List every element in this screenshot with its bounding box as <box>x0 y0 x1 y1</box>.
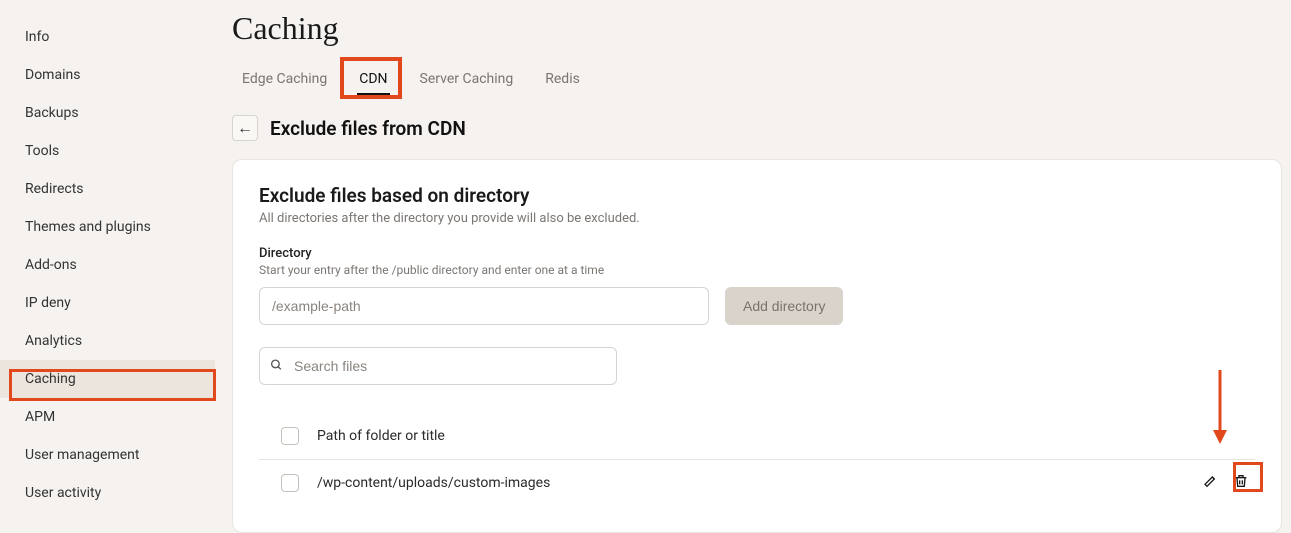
sidebar-item-backups[interactable]: Backups <box>0 94 215 132</box>
sidebar-item-label: User activity <box>25 485 101 501</box>
back-button[interactable]: ← <box>232 115 258 141</box>
sidebar-item-label: Caching <box>25 371 76 387</box>
sidebar-item-user-activity[interactable]: User activity <box>0 474 215 512</box>
tab-label: Redis <box>545 71 580 87</box>
search-wrap <box>259 347 617 385</box>
sidebar-item-label: APM <box>25 409 55 425</box>
exclude-panel: Exclude files based on directory All dir… <box>232 159 1282 533</box>
search-input[interactable] <box>259 347 617 385</box>
tab-redis[interactable]: Redis <box>543 65 582 97</box>
sidebar: Info Domains Backups Tools Redirects The… <box>0 0 215 520</box>
list-header: Path of folder or title <box>259 413 1255 460</box>
header-path-label: Path of folder or title <box>317 428 445 444</box>
list-row: /wp-content/uploads/custom-images <box>259 460 1255 506</box>
sidebar-item-label: Info <box>25 29 49 45</box>
arrow-left-icon: ← <box>237 118 253 138</box>
pencil-icon <box>1203 473 1219 493</box>
sidebar-item-analytics[interactable]: Analytics <box>0 322 215 360</box>
tab-label: CDN <box>359 71 387 87</box>
sidebar-item-label: User management <box>25 447 139 463</box>
tab-label: Server Caching <box>420 71 514 87</box>
tab-server-caching[interactable]: Server Caching <box>418 65 516 97</box>
row-path-label: /wp-content/uploads/custom-images <box>317 475 550 491</box>
tab-edge-caching[interactable]: Edge Caching <box>240 65 329 97</box>
trash-icon <box>1233 473 1249 493</box>
delete-button[interactable] <box>1231 473 1251 493</box>
sidebar-item-ip-deny[interactable]: IP deny <box>0 284 215 322</box>
page-title: Caching <box>232 10 1282 47</box>
sidebar-item-label: Tools <box>25 143 59 159</box>
sidebar-item-label: Add-ons <box>25 257 77 273</box>
sidebar-item-themes-plugins[interactable]: Themes and plugins <box>0 208 215 246</box>
sidebar-item-redirects[interactable]: Redirects <box>0 170 215 208</box>
main-content: Caching Edge Caching CDN Server Caching … <box>232 10 1282 533</box>
edit-button[interactable] <box>1201 473 1221 493</box>
row-checkbox[interactable] <box>281 474 299 492</box>
tab-cdn[interactable]: CDN <box>357 65 389 97</box>
tabs: Edge Caching CDN Server Caching Redis <box>232 65 1282 97</box>
directory-hint: Start your entry after the /public direc… <box>259 263 1255 277</box>
directory-input-row: Add directory <box>259 287 1255 325</box>
sidebar-item-caching[interactable]: Caching <box>0 360 215 398</box>
select-all-checkbox[interactable] <box>281 427 299 445</box>
tab-label: Edge Caching <box>242 71 327 87</box>
sidebar-item-info[interactable]: Info <box>0 18 215 56</box>
add-directory-button[interactable]: Add directory <box>725 287 843 325</box>
row-actions <box>1201 473 1251 493</box>
sidebar-item-domains[interactable]: Domains <box>0 56 215 94</box>
search-icon <box>270 357 283 376</box>
sidebar-item-label: Analytics <box>25 333 82 349</box>
sidebar-item-apm[interactable]: APM <box>0 398 215 436</box>
back-row: ← Exclude files from CDN <box>232 115 1282 141</box>
sidebar-item-label: Backups <box>25 105 79 121</box>
sidebar-item-label: Themes and plugins <box>25 219 151 235</box>
directory-input[interactable] <box>259 287 709 325</box>
subpage-title: Exclude files from CDN <box>270 117 466 140</box>
sidebar-item-add-ons[interactable]: Add-ons <box>0 246 215 284</box>
sidebar-item-label: Domains <box>25 67 80 83</box>
directory-label: Directory <box>259 246 1255 261</box>
sidebar-item-label: Redirects <box>25 181 84 197</box>
panel-subtext: All directories after the directory you … <box>259 211 1255 226</box>
sidebar-item-user-management[interactable]: User management <box>0 436 215 474</box>
sidebar-item-tools[interactable]: Tools <box>0 132 215 170</box>
sidebar-item-label: IP deny <box>25 295 71 311</box>
panel-heading: Exclude files based on directory <box>259 184 1255 207</box>
